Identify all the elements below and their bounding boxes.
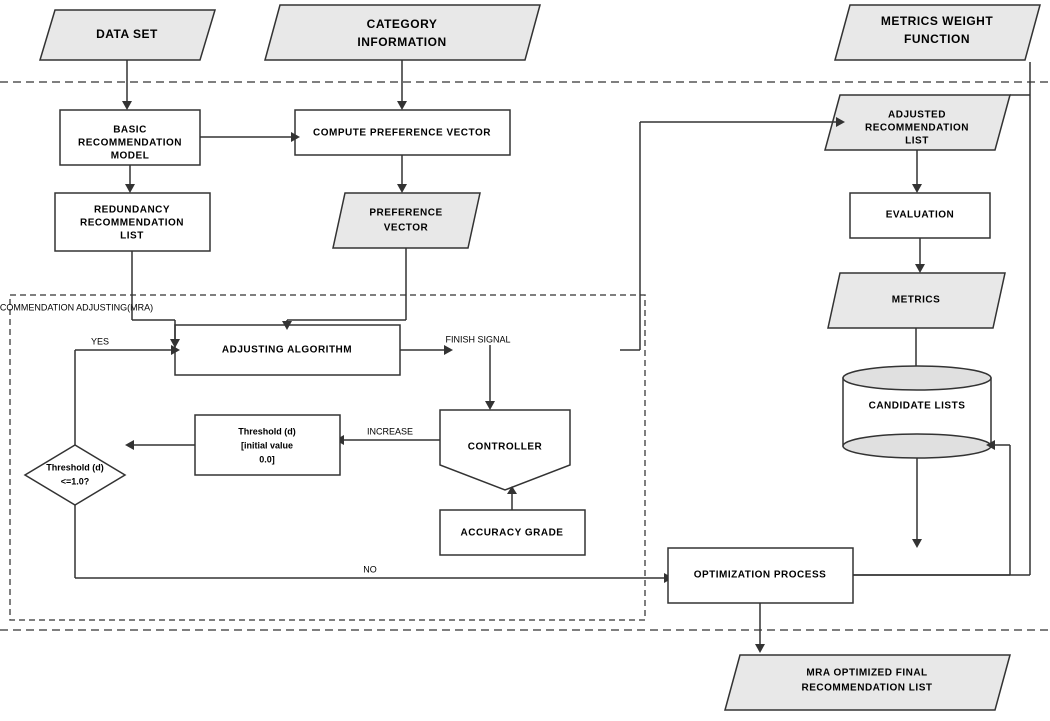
adjusted-rec-label3: LIST	[905, 136, 929, 147]
controller-label: CONTROLLER	[468, 442, 543, 453]
pref-vector-label: PREFERENCE	[369, 208, 442, 219]
adjusted-rec-label2: RECOMMENDATION	[865, 123, 969, 134]
candidate-lists-label: CANDIDATE LISTS	[869, 401, 966, 412]
basic-rec-model-label: BASIC	[113, 125, 147, 136]
basic-rec-model-label2: RECOMMENDATION	[78, 138, 182, 149]
metrics-weight-label2: FUNCTION	[904, 32, 970, 46]
threshold-box-label2: [initial value	[241, 440, 293, 450]
no-label: NO	[363, 564, 377, 574]
metrics-label: METRICS	[892, 295, 941, 306]
accuracy-grade-label: ACCURACY GRADE	[461, 528, 564, 539]
threshold-q-label: Threshold (d)	[46, 462, 104, 472]
pref-vector-label2: VECTOR	[384, 223, 429, 234]
flowchart-diagram: DATA SET CATEGORY INFORMATION METRICS WE…	[0, 0, 1050, 721]
threshold-box-label: Threshold (d)	[238, 426, 296, 436]
mra-optimized-label: MRA OPTIMIZED FINAL	[806, 668, 927, 679]
adjusting-alg-label: ADJUSTING ALGORITHM	[222, 345, 352, 356]
data-set-label: DATA SET	[96, 27, 158, 41]
category-info-label: CATEGORY	[367, 17, 438, 31]
compute-pref-label: COMPUTE PREFERENCE VECTOR	[313, 128, 491, 139]
yes-label: YES	[91, 336, 109, 346]
finish-signal-label: FINISH SIGNAL	[445, 334, 510, 344]
basic-rec-model-label3: MODEL	[111, 151, 150, 162]
optimization-label: OPTIMIZATION PROCESS	[694, 570, 827, 581]
category-info-label2: INFORMATION	[357, 35, 446, 49]
redundancy-label2: RECOMMENDATION	[80, 218, 184, 229]
evaluation-label: EVALUATION	[886, 210, 955, 221]
redundancy-label3: LIST	[120, 231, 144, 242]
threshold-box-label3: 0.0]	[259, 454, 275, 464]
redundancy-label: REDUNDANCY	[94, 205, 170, 216]
threshold-q-label2: <=1.0?	[61, 476, 90, 486]
mra-box-label: MULTI-CATEGORIZATION RECOMMENDATION ADJU…	[0, 302, 153, 312]
increase-label: INCREASE	[367, 426, 413, 436]
adjusted-rec-label: ADJUSTED	[888, 110, 946, 121]
metrics-weight-label: METRICS WEIGHT	[881, 14, 993, 28]
mra-optimized-label2: RECOMMENDATION LIST	[802, 683, 933, 694]
